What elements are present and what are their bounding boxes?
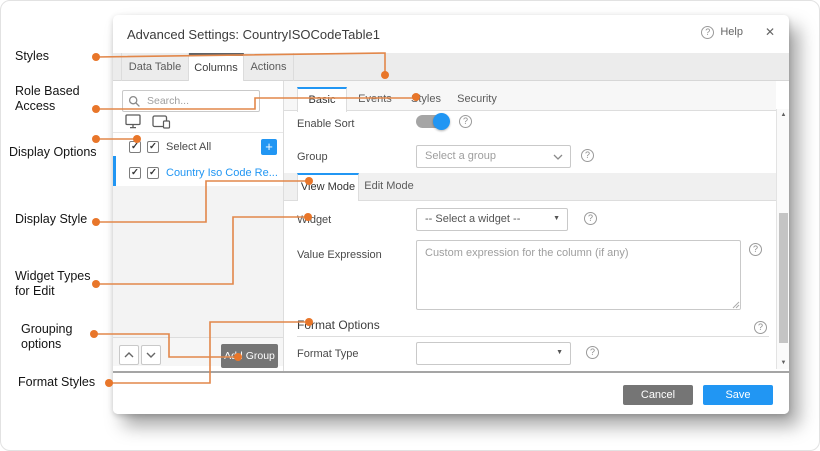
column-row[interactable]: ✓ ✓ Country Iso Code Re... — [113, 162, 283, 184]
screenshot-canvas: Advanced Settings: CountryISOCodeTable1 … — [0, 0, 820, 451]
tab-columns[interactable]: Columns — [189, 53, 244, 81]
scroll-up-icon[interactable]: ▲ — [777, 109, 790, 121]
scrollbar-thumb[interactable] — [779, 213, 788, 343]
tab-edit-mode[interactable]: Edit Mode — [359, 173, 419, 201]
caret-down-icon: ▼ — [556, 349, 563, 356]
format-type-label: Format Type — [297, 348, 359, 360]
group-label: Group — [297, 151, 328, 163]
resize-grip-icon[interactable] — [732, 301, 740, 309]
add-column-button[interactable]: + — [261, 139, 277, 155]
dot — [92, 218, 100, 226]
enable-sort-label: Enable Sort — [297, 118, 354, 130]
cancel-button[interactable]: Cancel — [623, 385, 693, 405]
select-all-label: Select All — [166, 141, 211, 153]
annotation-grouping-options: Grouping options — [21, 322, 85, 352]
main-tab-bar: Data Table Columns Actions — [113, 53, 789, 81]
tab-actions[interactable]: Actions — [244, 53, 294, 81]
mobile-display-icon[interactable] — [152, 114, 171, 129]
chevron-down-icon — [553, 154, 563, 160]
select-all-row: ✓ ✓ Select All — [113, 136, 283, 158]
group-help-icon[interactable]: ? — [581, 149, 594, 162]
dialog-footer: Cancel Save — [113, 373, 789, 414]
subtab-basic[interactable]: Basic — [297, 87, 347, 112]
select-all-view-checkbox[interactable]: ✓ — [129, 141, 141, 153]
save-button[interactable]: Save — [703, 385, 773, 405]
column-view-checkbox[interactable]: ✓ — [129, 167, 141, 179]
widget-label: Widget — [297, 214, 331, 226]
dot — [105, 379, 113, 387]
group-select-placeholder: Select a group — [425, 150, 496, 162]
sub-tab-bar: Basic Events Styles Security — [284, 81, 776, 111]
group-select[interactable]: Select a group — [416, 145, 571, 168]
dialog-title: Advanced Settings: CountryISOCodeTable1 — [127, 27, 380, 42]
dot — [92, 135, 100, 143]
move-up-button[interactable] — [119, 345, 139, 365]
advanced-settings-dialog: Advanced Settings: CountryISOCodeTable1 … — [113, 15, 789, 414]
annotation-widget-types-for-edit: Widget Types for Edit — [15, 269, 103, 299]
mode-tab-bar: View Mode Edit Mode — [284, 173, 776, 201]
column-edit-checkbox[interactable]: ✓ — [147, 167, 159, 179]
annotation-format-styles: Format Styles — [18, 375, 95, 390]
format-type-select[interactable]: ▼ — [416, 342, 571, 365]
select-all-edit-checkbox[interactable]: ✓ — [147, 141, 159, 153]
tab-view-mode[interactable]: View Mode — [297, 173, 359, 201]
tab-data-table[interactable]: Data Table — [121, 53, 189, 81]
search-icon — [128, 95, 141, 108]
help-icon[interactable]: ? — [701, 26, 714, 39]
vertical-scrollbar[interactable]: ▲ ▼ — [776, 109, 789, 369]
dot — [90, 330, 98, 338]
column-settings-panel: Basic Events Styles Security Enable Sort… — [284, 81, 789, 371]
annotation-role-based-access: Role Based Access — [15, 84, 93, 114]
close-icon[interactable]: ✕ — [765, 25, 775, 39]
format-options-help-icon[interactable]: ? — [754, 321, 767, 334]
subtab-styles[interactable]: Styles — [403, 87, 449, 112]
annotation-display-style: Display Style — [15, 212, 87, 227]
plus-icon: + — [265, 139, 273, 154]
search-box — [122, 90, 260, 112]
dialog-body: ✓ ✓ Select All + ✓ ✓ Country Iso Code Re… — [113, 81, 789, 371]
add-group-button[interactable]: Add Group — [221, 344, 278, 368]
value-expression-input[interactable] — [416, 240, 741, 310]
annotation-display-options: Display Options — [9, 145, 97, 160]
widget-select-value: -- Select a widget -- — [425, 213, 520, 225]
chevron-down-icon — [146, 352, 156, 358]
chevron-up-icon — [124, 352, 134, 358]
format-type-help-icon[interactable]: ? — [586, 346, 599, 359]
subtab-security[interactable]: Security — [449, 87, 505, 112]
format-options-heading: Format Options — [297, 318, 769, 337]
dot — [92, 105, 100, 113]
value-expression-help-icon[interactable]: ? — [749, 243, 762, 256]
search-input[interactable] — [145, 92, 255, 110]
desktop-display-icon[interactable] — [125, 114, 143, 129]
columns-list-panel: ✓ ✓ Select All + ✓ ✓ Country Iso Code Re… — [113, 81, 284, 371]
move-down-button[interactable] — [141, 345, 161, 365]
help-link[interactable]: Help — [720, 26, 743, 38]
widget-help-icon[interactable]: ? — [584, 212, 597, 225]
value-expression-label: Value Expression — [297, 249, 382, 261]
list-footer: Add Group — [113, 337, 283, 366]
caret-down-icon: ▼ — [553, 215, 560, 222]
enable-sort-help-icon[interactable]: ? — [459, 115, 472, 128]
dot — [92, 53, 100, 61]
enable-sort-toggle[interactable] — [416, 115, 448, 128]
list-divider — [113, 132, 283, 133]
empty-list-area — [113, 186, 283, 352]
subtab-events[interactable]: Events — [347, 87, 403, 112]
annotation-styles: Styles — [15, 49, 49, 64]
column-name[interactable]: Country Iso Code Re... — [166, 167, 278, 179]
widget-select[interactable]: -- Select a widget -- ▼ — [416, 208, 568, 231]
toggle-knob — [433, 113, 450, 130]
scroll-down-icon[interactable]: ▼ — [777, 357, 790, 369]
